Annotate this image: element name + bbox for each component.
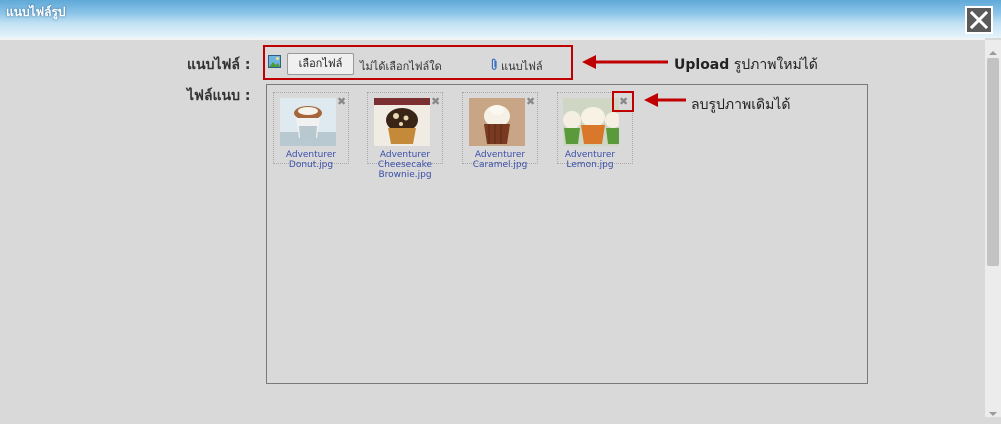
file-name: Adventurer Caramel.jpg [462,150,538,170]
image-icon [268,53,281,68]
paperclip-icon[interactable] [490,56,499,75]
upload-annotation-bold: Upload [674,57,730,73]
delete-highlight-box [612,91,634,112]
file-name: Adventurer Cheesecake Brownie.jpg [367,150,443,180]
delete-annotation: ลบรูปภาพเดิมได้ [691,97,791,113]
file-name-line: Adventurer [285,150,337,160]
thumbnail-image-brownie [374,98,430,146]
close-button[interactable] [965,6,993,34]
attach-file-link[interactable]: แนบไฟล์ [501,57,543,75]
file-name-line: Lemon.jpg [566,160,614,170]
thumbnail-image-lemon [563,98,619,146]
titlebar-divider [0,38,985,40]
delete-arrow-icon [644,93,686,107]
scrollbar-thumb[interactable] [987,58,999,266]
thumbnail-image-donut [280,98,336,146]
delete-file-icon[interactable]: ✖ [337,95,346,108]
file-name-line: Cheesecake [377,160,433,170]
window-titlebar: แนบไฟล์รูป [0,0,1001,38]
upload-arrow-icon [582,55,668,69]
files-label: ไฟล์แนบ : [187,88,251,104]
file-name-line: Adventurer [379,150,431,160]
file-name: Adventurer Donut.jpg [273,150,349,170]
scroll-down-arrow-icon[interactable] [985,405,1001,417]
attach-label: แนบไฟล์ : [187,57,251,73]
no-file-text: ไม่ได้เลือกไฟล์ใด [360,60,442,73]
upload-annotation-text: รูปภาพใหม่ได้ [733,57,818,73]
window-title: แนบไฟล์รูป [6,5,66,19]
close-icon [970,11,988,29]
file-name: Adventurer Lemon.jpg [552,150,628,170]
thumbnail-image-caramel [469,98,525,146]
choose-file-button[interactable]: เลือกไฟล์ [287,53,354,75]
file-name-line: Adventurer [474,150,526,160]
file-name-line: Caramel.jpg [472,160,528,170]
file-name-line: Donut.jpg [288,160,334,170]
file-name-line: Adventurer [564,150,616,160]
delete-file-icon[interactable]: ✖ [526,95,535,108]
upload-annotation: Upload รูปภาพใหม่ได้ [674,54,818,76]
scroll-up-arrow-icon[interactable] [985,44,1001,56]
delete-file-icon[interactable]: ✖ [431,95,440,108]
file-name-line: Brownie.jpg [378,170,432,180]
